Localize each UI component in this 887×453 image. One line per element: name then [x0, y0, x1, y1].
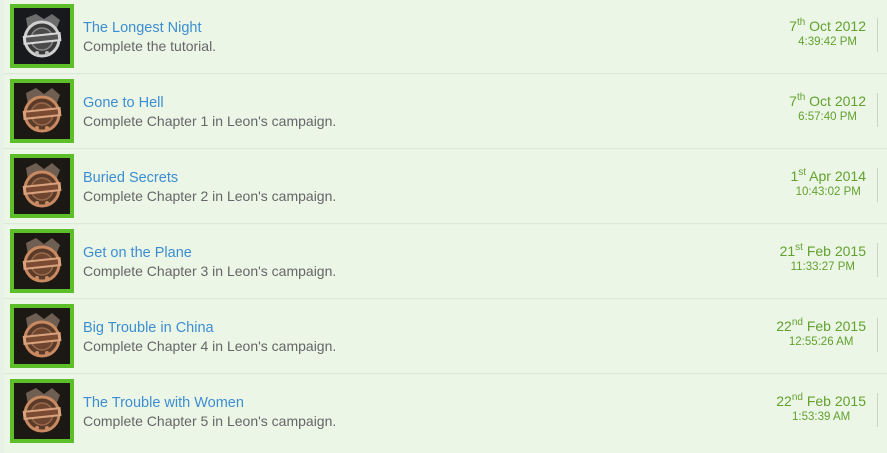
day-suffix: nd — [791, 317, 803, 328]
unlock-time: 1:53:39 AM — [792, 411, 851, 423]
day-suffix: nd — [791, 392, 803, 403]
achievement-title[interactable]: Buried Secrets — [83, 170, 178, 186]
achievement-icon[interactable] — [10, 154, 74, 218]
achievement-icon[interactable] — [10, 379, 74, 443]
unlock-time: 6:57:40 PM — [798, 111, 857, 123]
unlock-month-year: Oct 2012 — [809, 18, 866, 34]
achievement-row: The Trouble with Women Complete Chapter … — [4, 375, 887, 453]
unlock-date: 21st Feb 2015 11:33:27 PM — [780, 242, 866, 275]
achievement-title[interactable]: The Trouble with Women — [83, 395, 244, 411]
achievement-title[interactable]: Gone to Hell — [83, 95, 164, 111]
achievement-description: Complete Chapter 4 in Leon's campaign. — [83, 338, 337, 354]
unlock-day: 7 — [789, 18, 797, 34]
achievement-description: Complete Chapter 3 in Leon's campaign. — [83, 263, 337, 279]
unlock-time: 4:39:42 PM — [798, 36, 857, 48]
achievement-icon[interactable] — [10, 4, 74, 68]
achievement-row: Big Trouble in China Complete Chapter 4 … — [4, 300, 887, 374]
achievement-row: Gone to Hell Complete Chapter 1 in Leon'… — [4, 75, 887, 149]
unlock-day: 22 — [776, 318, 792, 334]
unlock-month-year: Feb 2015 — [806, 243, 866, 259]
achievement-icon[interactable] — [10, 79, 74, 143]
achievement-title[interactable]: The Longest Night — [83, 20, 202, 36]
unlock-date: 22nd Feb 2015 12:55:26 AM — [776, 317, 866, 350]
achievement-row: Buried Secrets Complete Chapter 2 in Leo… — [4, 150, 887, 224]
unlock-month-year: Apr 2014 — [809, 168, 866, 184]
day-suffix: st — [795, 242, 803, 253]
achievement-title[interactable]: Get on the Plane — [83, 245, 192, 261]
achievement-description: Complete Chapter 2 in Leon's campaign. — [83, 188, 337, 204]
achievement-description: Complete Chapter 5 in Leon's campaign. — [83, 413, 337, 429]
day-suffix: st — [798, 167, 807, 178]
row-divider — [877, 93, 878, 127]
row-divider — [877, 318, 878, 352]
unlock-day: 22 — [776, 393, 792, 409]
achievement-icon[interactable] — [10, 304, 74, 368]
unlock-date: 7th Oct 2012 4:39:42 PM — [789, 17, 866, 50]
unlock-day: 7 — [789, 93, 797, 109]
unlock-date: 7th Oct 2012 6:57:40 PM — [789, 92, 866, 125]
skull-emblem-chapter-icon — [14, 233, 70, 289]
unlock-time: 10:43:02 PM — [795, 186, 861, 198]
day-suffix: th — [796, 17, 806, 28]
skull-emblem-chapter-icon — [14, 158, 70, 214]
skull-emblem-relic-icon — [14, 8, 70, 64]
unlock-date: 22nd Feb 2015 1:53:39 AM — [776, 392, 866, 425]
row-divider — [877, 243, 878, 277]
achievement-list: The Longest Night Complete the tutorial.… — [0, 0, 887, 453]
unlock-month-year: Feb 2015 — [806, 318, 866, 334]
unlock-month-year: Feb 2015 — [806, 393, 866, 409]
day-suffix: th — [796, 92, 806, 103]
skull-emblem-chapter-icon — [14, 308, 70, 364]
achievement-title[interactable]: Big Trouble in China — [83, 320, 214, 336]
row-divider — [877, 168, 878, 202]
unlock-month-year: Oct 2012 — [809, 93, 866, 109]
unlock-time: 11:33:27 PM — [790, 261, 855, 273]
skull-emblem-chapter-icon — [14, 383, 70, 439]
row-divider — [877, 18, 878, 52]
row-divider — [877, 393, 878, 427]
achievement-row: The Longest Night Complete the tutorial.… — [4, 0, 887, 74]
achievement-icon[interactable] — [10, 229, 74, 293]
achievement-description: Complete the tutorial. — [83, 38, 217, 54]
achievement-description: Complete Chapter 1 in Leon's campaign. — [83, 113, 337, 129]
achievement-row: Get on the Plane Complete Chapter 3 in L… — [4, 225, 887, 299]
unlock-time: 12:55:26 AM — [788, 336, 854, 348]
unlock-date: 1st Apr 2014 10:43:02 PM — [790, 167, 866, 200]
unlock-day: 21 — [779, 243, 796, 259]
skull-emblem-chapter-icon — [14, 83, 70, 139]
